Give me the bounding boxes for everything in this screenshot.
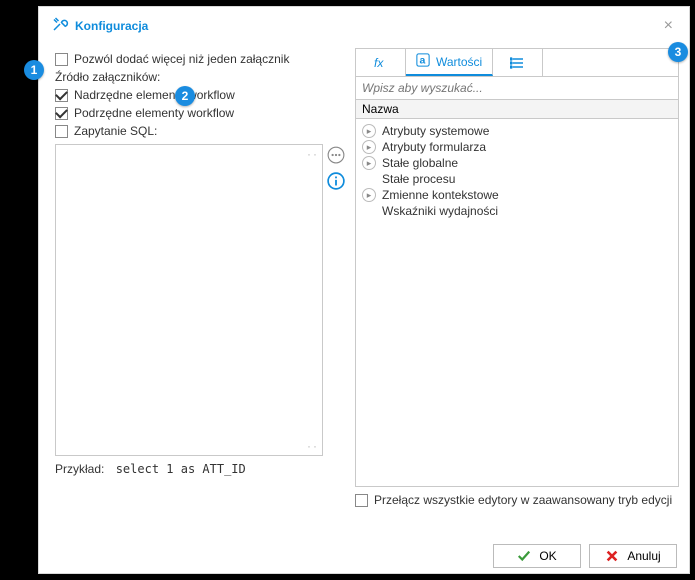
cancel-label: Anuluj bbox=[627, 549, 660, 563]
example-row: Przykład: select 1 as ATT_ID bbox=[55, 462, 345, 476]
expand-icon[interactable]: ▸ bbox=[362, 124, 376, 138]
child-wf-checkbox[interactable] bbox=[55, 107, 68, 120]
dialog-content: Pozwól dodać więcej niż jeden załącznik … bbox=[39, 42, 689, 536]
expand-icon-blank bbox=[362, 172, 376, 186]
advanced-mode-checkbox[interactable] bbox=[355, 494, 368, 507]
callout-3: 3 bbox=[668, 42, 688, 62]
tree[interactable]: ▸ Atrybuty systemowe ▸ Atrybuty formular… bbox=[355, 119, 679, 487]
allow-multiple-checkbox[interactable] bbox=[55, 53, 68, 66]
search-input[interactable] bbox=[356, 77, 678, 99]
advanced-mode-label: Przełącz wszystkie edytory w zaawansowan… bbox=[374, 493, 672, 507]
advanced-mode-row[interactable]: Przełącz wszystkie edytory w zaawansowan… bbox=[355, 493, 679, 507]
callout-1: 1 bbox=[24, 60, 44, 80]
editor-side-icons bbox=[327, 144, 345, 456]
parent-wf-label: Nadrzędne elementy workflow bbox=[74, 88, 235, 102]
tree-item-label: Atrybuty formularza bbox=[382, 140, 486, 154]
source-label: Źródło załączników: bbox=[55, 70, 160, 84]
tree-item-system-attrs[interactable]: ▸ Atrybuty systemowe bbox=[358, 123, 676, 139]
tree-item-context-vars[interactable]: ▸ Zmienne kontekstowe bbox=[358, 187, 676, 203]
resize-dots-bottom: ·· bbox=[307, 439, 319, 453]
sql-query-label: Zapytanie SQL: bbox=[74, 124, 157, 138]
child-wf-label: Podrzędne elementy workflow bbox=[74, 106, 234, 120]
parent-wf-checkbox[interactable] bbox=[55, 89, 68, 102]
example-code: select 1 as ATT_ID bbox=[116, 462, 246, 476]
dialog-title: Konfiguracja bbox=[51, 15, 148, 36]
expand-icon[interactable]: ▸ bbox=[362, 140, 376, 154]
tree-item-label: Atrybuty systemowe bbox=[382, 124, 489, 138]
tree-item-perf-indicators[interactable]: Wskaźniki wydajności bbox=[358, 203, 676, 219]
close-icon[interactable]: × bbox=[660, 17, 677, 35]
left-pane: Pozwól dodać więcej niż jeden załącznik … bbox=[49, 48, 345, 536]
child-wf-row[interactable]: Podrzędne elementy workflow bbox=[55, 106, 345, 120]
allow-multiple-row[interactable]: Pozwól dodać więcej niż jeden załącznik bbox=[55, 52, 345, 66]
info-icon[interactable] bbox=[327, 172, 345, 190]
tree-header-label: Nazwa bbox=[362, 102, 399, 116]
example-label: Przykład: bbox=[55, 462, 104, 476]
tools-icon bbox=[51, 15, 69, 36]
allow-multiple-label: Pozwól dodać więcej niż jeden załącznik bbox=[74, 52, 289, 66]
svg-text:fx: fx bbox=[374, 56, 384, 70]
tree-item-label: Wskaźniki wydajności bbox=[382, 204, 498, 218]
parent-wf-row[interactable]: Nadrzędne elementy workflow bbox=[55, 88, 345, 102]
expand-icon-blank bbox=[362, 204, 376, 218]
tab-values-label: Wartości bbox=[436, 55, 482, 69]
callout-2: 2 bbox=[175, 86, 195, 106]
tab-values[interactable]: a Wartości bbox=[406, 49, 493, 76]
tree-item-label: Stałe globalne bbox=[382, 156, 458, 170]
tree-item-label: Stałe procesu bbox=[382, 172, 455, 186]
ok-label: OK bbox=[539, 549, 556, 563]
tab-fx[interactable]: fx bbox=[356, 49, 406, 76]
tab-list[interactable] bbox=[493, 49, 543, 76]
expand-icon[interactable]: ▸ bbox=[362, 188, 376, 202]
sql-query-checkbox[interactable] bbox=[55, 125, 68, 138]
tree-item-form-attrs[interactable]: ▸ Atrybuty formularza bbox=[358, 139, 676, 155]
tabs: fx a Wartości bbox=[355, 48, 679, 76]
ok-button[interactable]: OK bbox=[493, 544, 581, 568]
title-bar: Konfiguracja × bbox=[39, 7, 689, 42]
expand-icon[interactable]: ▸ bbox=[362, 156, 376, 170]
tree-item-global-consts[interactable]: ▸ Stałe globalne bbox=[358, 155, 676, 171]
tree-item-label: Zmienne kontekstowe bbox=[382, 188, 499, 202]
source-label-row: Źródło załączników: bbox=[55, 70, 345, 84]
tree-header: Nazwa bbox=[355, 100, 679, 119]
dialog-title-text: Konfiguracja bbox=[75, 19, 148, 33]
search-box[interactable] bbox=[355, 76, 679, 100]
cancel-button[interactable]: Anuluj bbox=[589, 544, 677, 568]
check-icon bbox=[517, 549, 531, 563]
svg-text:a: a bbox=[420, 55, 426, 67]
sql-query-row[interactable]: Zapytanie SQL: bbox=[55, 124, 345, 138]
ellipsis-icon[interactable] bbox=[327, 146, 345, 164]
sql-editor[interactable]: ·· ·· bbox=[55, 144, 323, 456]
resize-dots-top: ·· bbox=[307, 147, 319, 161]
sql-editor-wrap: ·· ·· bbox=[55, 144, 345, 456]
cancel-icon bbox=[605, 549, 619, 563]
dialog-footer: OK Anuluj bbox=[39, 536, 689, 576]
right-pane: fx a Wartości Nazwa bbox=[355, 48, 679, 536]
config-dialog: Konfiguracja × Pozwól dodać więcej niż j… bbox=[38, 6, 690, 574]
values-tab-icon: a bbox=[416, 53, 430, 70]
tree-item-process-consts[interactable]: Stałe procesu bbox=[358, 171, 676, 187]
